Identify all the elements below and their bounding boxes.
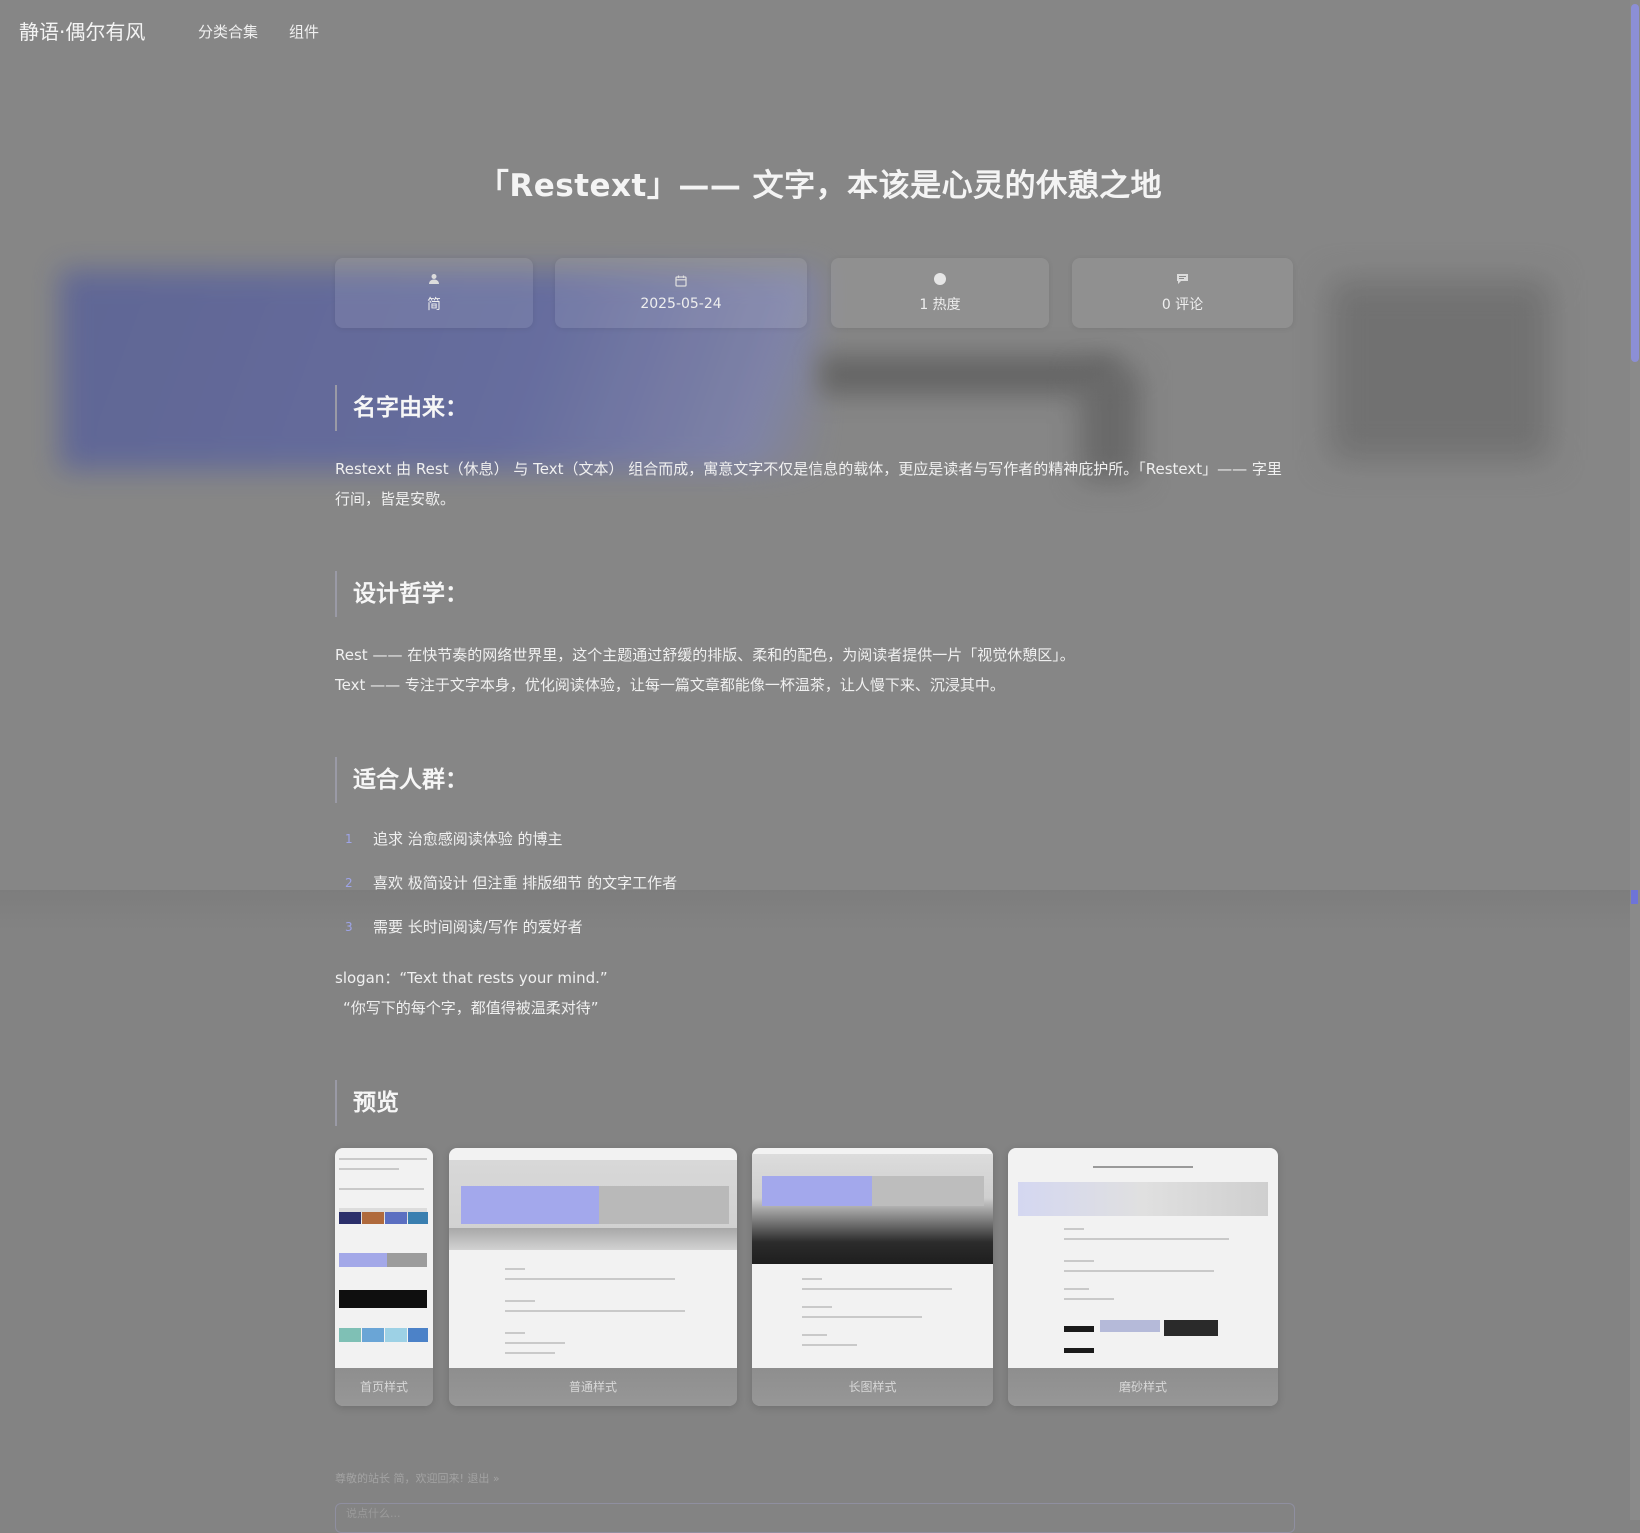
comments-count: 0 评论 xyxy=(1161,297,1204,313)
section-heading-design-philosophy: 设计哲学： xyxy=(335,571,468,617)
meta-views: 1 热度 xyxy=(831,258,1049,328)
author-name: 简 xyxy=(427,297,441,313)
paragraph-line: Text —— 专注于文字本身，优化阅读体验，让每一篇文章都能像一杯温茶，让人慢… xyxy=(335,676,1005,694)
nav-link-components[interactable]: 组件 xyxy=(289,21,319,42)
preview-caption: 长图样式 xyxy=(752,1368,993,1406)
views-count: 1 热度 xyxy=(919,297,961,313)
calendar-icon xyxy=(674,274,688,288)
post-title: 「Restext」—— 文字，本该是心灵的休憩之地 xyxy=(477,168,1163,204)
preview-image-long xyxy=(752,1148,993,1368)
comment-icon xyxy=(1176,272,1190,286)
preview-image-frosted xyxy=(1008,1148,1278,1368)
list-number: 1 xyxy=(345,832,353,846)
preview-caption: 首页样式 xyxy=(335,1368,433,1406)
site-logo[interactable]: 静语·偶尔有风 xyxy=(19,16,145,45)
slogan-en: slogan：“Text that rests your mind.” xyxy=(335,969,608,987)
preview-card-normal[interactable]: 普通样式 xyxy=(449,1148,737,1406)
paragraph-line: 行间，皆是安歇。 xyxy=(335,490,456,508)
section-heading-audience: 适合人群： xyxy=(335,757,468,803)
slogan-zh: “你写下的每个字，都值得被温柔对待” xyxy=(343,999,599,1017)
list-item: 需要 长时间阅读/写作 的爱好者 xyxy=(373,918,583,936)
post-date: 2025-05-24 xyxy=(640,296,722,312)
section-heading-preview: 预览 xyxy=(335,1080,399,1126)
preview-card-long[interactable]: 长图样式 xyxy=(752,1148,993,1406)
top-nav: 静语·偶尔有风 分类合集 组件 xyxy=(0,0,1630,60)
preview-card-home[interactable]: 首页样式 xyxy=(335,1148,433,1406)
page-scrollbar[interactable] xyxy=(1630,0,1640,1520)
preview-image-home xyxy=(335,1148,433,1368)
list-item: 喜欢 极简设计 但注重 排版细节 的文字工作者 xyxy=(373,874,678,892)
user-icon xyxy=(427,272,441,286)
preview-caption: 磨砂样式 xyxy=(1008,1368,1278,1406)
section-heading-name-origin: 名字由来： xyxy=(335,385,468,431)
preview-card-frosted[interactable]: 磨砂样式 xyxy=(1008,1148,1278,1406)
nav-link-categories[interactable]: 分类合集 xyxy=(198,21,258,42)
paragraph-line: Restext 由 Rest（休息） 与 Text（文本） 组合而成，寓意文字不… xyxy=(335,460,1282,478)
paragraph-line: Rest —— 在快节奏的网络世界里，这个主题通过舒缓的排版、柔和的配色，为阅读… xyxy=(335,646,1075,664)
paragraph-name-origin: Restext 由 Rest（休息） 与 Text（文本） 组合而成，寓意文字不… xyxy=(335,454,1295,514)
preview-image-normal xyxy=(449,1148,737,1368)
meta-author[interactable]: 简 xyxy=(335,258,533,328)
preview-caption: 普通样式 xyxy=(449,1368,737,1406)
meta-comments[interactable]: 0 评论 xyxy=(1072,258,1293,328)
admin-greeting[interactable]: 尊敬的站长 简，欢迎回来! 退出 » xyxy=(335,1470,500,1486)
list-number: 3 xyxy=(345,920,353,934)
scrollbar-thumb[interactable] xyxy=(1631,4,1639,362)
list-number: 2 xyxy=(345,876,353,890)
scroll-position-marker xyxy=(1631,890,1638,904)
meta-date: 2025-05-24 xyxy=(555,258,807,328)
slogan: slogan：“Text that rests your mind.” “你写下… xyxy=(335,963,1295,1023)
list-item: 追求 治愈感阅读体验 的博主 xyxy=(373,830,563,848)
comment-input[interactable]: 说点什么... xyxy=(335,1503,1295,1533)
fire-icon xyxy=(933,272,947,286)
paragraph-design-philosophy: Rest —— 在快节奏的网络世界里，这个主题通过舒缓的排版、柔和的配色，为阅读… xyxy=(335,640,1295,700)
